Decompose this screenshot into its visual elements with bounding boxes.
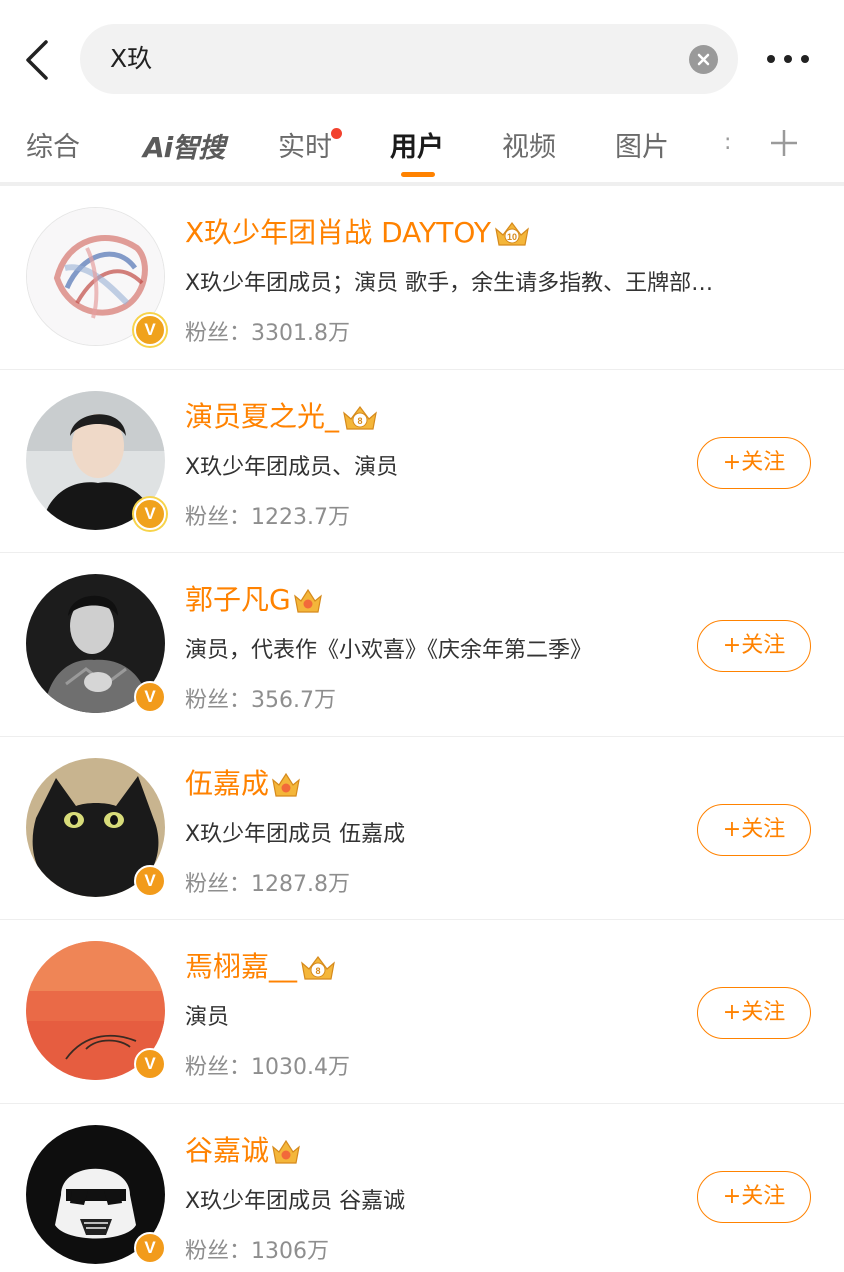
verified-badge: V (134, 314, 166, 346)
search-header: X玖 (0, 0, 844, 118)
fans-label: 粉丝： (185, 1055, 252, 1080)
fans-count: 粉丝：1287.8万 (185, 867, 350, 903)
tab-realtime[interactable]: 实时 (278, 126, 342, 170)
new-content-dot (331, 128, 342, 139)
tabs-overflow-indicator: : (724, 130, 732, 155)
tab-comprehensive[interactable]: 综合 (26, 126, 80, 170)
clear-circle-icon (697, 53, 710, 66)
tab-users[interactable]: 用户 (390, 126, 444, 170)
ai-logo-text: Ai (143, 131, 173, 164)
verified-badge: V (134, 1048, 166, 1080)
user-result-row[interactable]: V X玖少年团肖战 DAYTOY 10 X玖少年团成员；演员 歌手，余生请多指教… (0, 186, 844, 370)
fans-value: 1030.4万 (251, 1055, 350, 1080)
clear-search-button[interactable] (689, 45, 718, 74)
verified-badge: V (134, 1231, 166, 1264)
user-name[interactable]: 郭子凡G (185, 579, 323, 621)
user-name-text: 伍嘉成 (185, 766, 270, 800)
user-name-text: 谷嘉诚 (185, 1133, 270, 1167)
user-name-text: 焉栩嘉__ (185, 950, 298, 983)
follow-button[interactable]: +关注 (697, 987, 811, 1039)
crown-icon (272, 1139, 300, 1164)
svg-text:10: 10 (507, 232, 517, 242)
follow-button[interactable]: +关注 (697, 803, 811, 856)
user-name-text: 演员夏之光_ (185, 399, 340, 433)
fans-count: 粉丝：3301.8万 (185, 316, 350, 352)
user-result-row[interactable]: V 郭子凡G 演员，代表作《小欢喜》《庆余年第二季》 粉丝：356.7万 +关注 (0, 553, 844, 737)
fans-value: 1306万 (251, 1238, 330, 1264)
ai-search-label: 智搜 (172, 133, 225, 164)
fans-count: 粉丝：1223.7万 (185, 500, 350, 536)
fans-label: 粉丝： (185, 1238, 252, 1264)
crown-icon (293, 588, 322, 613)
follow-button[interactable]: +关注 (697, 436, 811, 489)
crown-icon: 8 (301, 956, 335, 980)
verified-badge: V (134, 681, 166, 713)
user-name[interactable]: X玖少年团肖战 DAYTOY 10 (185, 212, 531, 254)
fans-label: 粉丝： (185, 688, 252, 713)
crown-icon (272, 772, 300, 797)
follow-button[interactable]: +关注 (697, 620, 811, 672)
fans-label: 粉丝： (185, 321, 252, 346)
user-result-row[interactable]: V 谷嘉诚 X玖少年团成员 谷嘉诚 粉丝：1306万 +关注 (0, 1104, 844, 1272)
fans-label: 粉丝： (185, 504, 252, 530)
user-name[interactable]: 伍嘉成 (185, 763, 301, 805)
user-description: 演员 (185, 1005, 230, 1030)
fans-count: 粉丝：356.7万 (185, 683, 336, 719)
search-query-text[interactable]: X玖 (110, 24, 152, 94)
svg-text:8: 8 (358, 416, 363, 426)
user-description: X玖少年团成员、演员 (185, 454, 399, 480)
svg-text:8: 8 (316, 966, 321, 976)
user-name[interactable]: 演员夏之光_ 8 (185, 396, 379, 438)
user-description: X玖少年团成员 谷嘉诚 (185, 1188, 406, 1214)
search-tabs: 综合 Ai智搜 实时 用户 视频 图片 : (0, 118, 844, 186)
more-dots-icon (767, 55, 809, 63)
fans-value: 356.7万 (251, 688, 336, 713)
crown-icon: 10 (495, 222, 529, 246)
tab-ai-search[interactable]: Ai智搜 (143, 126, 225, 170)
user-result-row[interactable]: V 伍嘉成 X玖少年团成员 伍嘉成 粉丝：1287.8万 +关注 (0, 737, 844, 920)
search-input[interactable]: X玖 (80, 24, 738, 94)
user-description: X玖少年团成员；演员 歌手，余生请多指教、王牌部… (185, 271, 714, 296)
tab-images[interactable]: 图片 (615, 126, 669, 170)
user-result-row[interactable]: V 焉栩嘉__ 8 演员 粉丝：1030.4万 +关注 (0, 920, 844, 1104)
crown-icon: 8 (343, 405, 377, 430)
user-result-row[interactable]: V 演员夏之光_ 8 X玖少年团成员、演员 粉丝：1223.7万 +关注 (0, 370, 844, 553)
verified-badge: V (134, 864, 166, 897)
add-tab-button[interactable] (762, 118, 806, 170)
tab-video[interactable]: 视频 (502, 126, 556, 170)
verified-badge: V (134, 497, 166, 530)
back-button[interactable] (18, 36, 58, 84)
fans-label: 粉丝： (185, 871, 252, 897)
user-name-text: 郭子凡G (185, 583, 291, 616)
active-tab-indicator (401, 172, 435, 177)
user-name[interactable]: 谷嘉诚 (185, 1130, 301, 1172)
fans-count: 粉丝：1306万 (185, 1234, 329, 1270)
user-description: X玖少年团成员 伍嘉成 (185, 821, 406, 847)
plus-icon (771, 130, 797, 156)
fans-count: 粉丝：1030.4万 (185, 1050, 350, 1086)
user-results-list: V X玖少年团肖战 DAYTOY 10 X玖少年团成员；演员 歌手，余生请多指教… (0, 186, 844, 1272)
fans-value: 3301.8万 (251, 321, 350, 346)
chevron-left-icon (26, 40, 48, 80)
fans-value: 1287.8万 (251, 871, 350, 897)
user-name[interactable]: 焉栩嘉__ 8 (185, 946, 337, 988)
tab-realtime-label: 实时 (278, 132, 332, 163)
user-name-text: X玖少年团肖战 DAYTOY (185, 216, 491, 249)
follow-button[interactable]: +关注 (697, 1170, 811, 1223)
fans-value: 1223.7万 (251, 504, 350, 530)
user-description: 演员，代表作《小欢喜》《庆余年第二季》 (185, 638, 593, 663)
more-options-button[interactable] (764, 46, 812, 72)
